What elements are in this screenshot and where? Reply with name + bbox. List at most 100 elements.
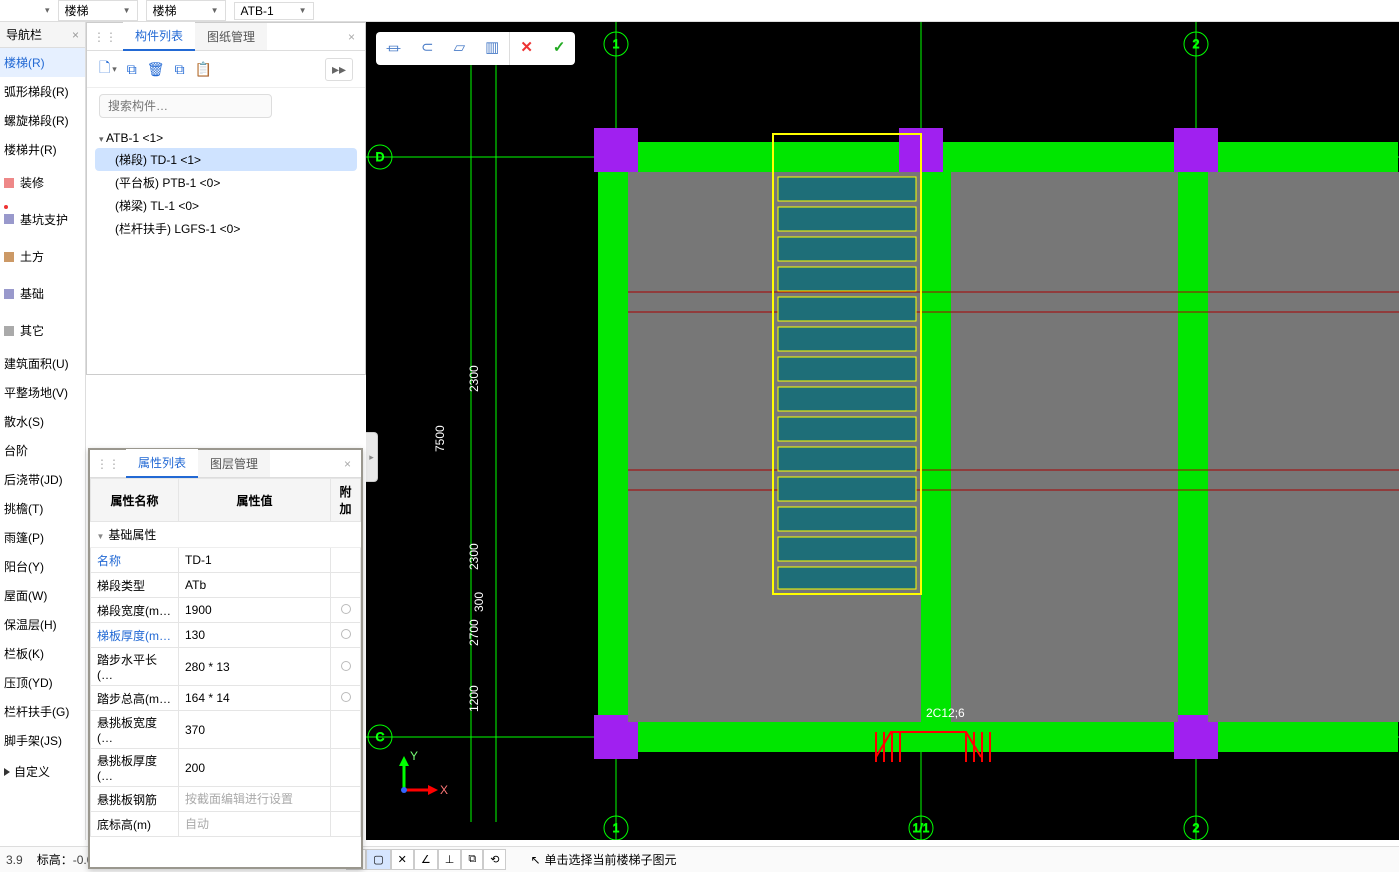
nav-item[interactable]: 挑檐(T)	[0, 494, 85, 523]
snap-tool-icon[interactable]: ⟲	[483, 849, 506, 870]
nav-item-spiral[interactable]: 螺旋梯段(R)	[0, 106, 85, 135]
status-hint: ↖ 单击选择当前楼梯子图元	[530, 851, 676, 868]
nav-item[interactable]: 平整场地(V)	[0, 378, 85, 407]
nav-item[interactable]: 雨篷(P)	[0, 523, 85, 552]
extra-toggle[interactable]	[341, 604, 351, 614]
nav-item[interactable]: 栏杆扶手(G)	[0, 697, 85, 726]
nav-group-foundation[interactable]: 基础	[0, 275, 85, 312]
tab-props[interactable]: 属性列表	[126, 449, 198, 478]
paste-icon[interactable]: 📋	[195, 61, 212, 78]
svg-text:7500: 7500	[433, 425, 447, 452]
plan-svg[interactable]: 1 2 D C 1 1/1 2	[366, 22, 1399, 840]
prop-value-input[interactable]	[179, 720, 330, 740]
tool-1-icon[interactable]: ⏛	[376, 32, 411, 65]
close-icon[interactable]: ×	[72, 28, 79, 42]
nav-item[interactable]: 阳台(Y)	[0, 552, 85, 581]
nav-group-decoration[interactable]: 装修	[0, 164, 85, 201]
property-panel: ⋮⋮ 属性列表 图层管理 × 属性名称 属性值 附加 ▼基础属性 名称梯段类型梯…	[88, 448, 363, 869]
prop-value-input[interactable]	[179, 575, 330, 595]
snap-tool-icon[interactable]: ⧉	[461, 849, 483, 870]
prop-label: 踏步水平长(…	[91, 648, 179, 686]
nav-item[interactable]: 压顶(YD)	[0, 668, 85, 697]
prop-value-input[interactable]	[179, 657, 330, 677]
prop-value-input[interactable]	[179, 550, 330, 570]
drag-handle-icon[interactable]: ⋮⋮	[87, 30, 123, 44]
prop-value-input[interactable]	[179, 758, 330, 778]
svg-text:2: 2	[1193, 37, 1200, 51]
tool-2-icon[interactable]: ⊂	[411, 32, 444, 65]
nav-item[interactable]: 建筑面积(U)	[0, 349, 85, 378]
svg-text:C: C	[376, 730, 385, 744]
svg-text:1/1: 1/1	[913, 821, 930, 835]
svg-text:X: X	[440, 783, 448, 797]
extra-toggle[interactable]	[341, 692, 351, 702]
canvas-toolbar: ⏛ ⊂ ▱ ▥ ✕ ✓	[376, 32, 575, 65]
snap-tool-icon[interactable]: ✕	[391, 849, 414, 870]
delete-icon[interactable]: 🗑	[147, 61, 165, 78]
nav-custom[interactable]: 自定义	[0, 755, 85, 788]
new-icon[interactable]: 🗋	[99, 57, 110, 81]
svg-text:1: 1	[613, 37, 620, 51]
duplicate-icon[interactable]: ⧉	[175, 61, 185, 78]
nav-group-earth[interactable]: 土方	[0, 238, 85, 275]
prop-value-input[interactable]	[179, 814, 330, 834]
extra-toggle[interactable]	[341, 629, 351, 639]
top-select-3[interactable]: ATB-1▼	[234, 2, 314, 20]
tab-drawings[interactable]: 图纸管理	[195, 23, 267, 50]
close-icon[interactable]: ×	[338, 30, 365, 44]
svg-text:2700: 2700	[467, 619, 481, 646]
tool-3-icon[interactable]: ▱	[444, 32, 476, 65]
expand-handle[interactable]: ▸	[366, 432, 378, 482]
copy-icon[interactable]: ⧉	[127, 61, 137, 78]
prop-label: 名称	[91, 548, 179, 573]
nav-group-pit[interactable]: 基坑支护	[0, 201, 85, 238]
snap-tool-icon[interactable]: ⊥	[438, 849, 462, 870]
col-extra: 附加	[331, 479, 361, 522]
svg-text:Y: Y	[410, 749, 418, 763]
nav-item[interactable]: 后浇带(JD)	[0, 465, 85, 494]
tree-item-ptb1[interactable]: (平台板) PTB-1 <0>	[95, 171, 357, 194]
tab-components[interactable]: 构件列表	[123, 22, 195, 51]
nav-item-well[interactable]: 楼梯井(R)	[0, 135, 85, 164]
nav-item-arc[interactable]: 弧形梯段(R)	[0, 77, 85, 106]
extra-toggle[interactable]	[341, 661, 351, 671]
snap-tool-icon[interactable]: ▢	[366, 849, 390, 870]
tab-layers[interactable]: 图层管理	[198, 450, 270, 477]
cancel-icon[interactable]: ✕	[509, 32, 543, 65]
tree-item-tl1[interactable]: (梯梁) TL-1 <0>	[95, 194, 357, 217]
tool-4-icon[interactable]: ▥	[475, 32, 509, 65]
search-input[interactable]	[99, 94, 272, 118]
top-select-1[interactable]: 楼梯▼	[58, 0, 138, 21]
close-icon[interactable]: ×	[334, 457, 361, 471]
tree-root[interactable]: ATB-1 <1>	[95, 128, 357, 148]
prop-group[interactable]: ▼基础属性	[91, 522, 361, 548]
tree-item-td1[interactable]: (梯段) TD-1 <1>	[95, 148, 357, 171]
tree-item-lgfs1[interactable]: (栏杆扶手) LGFS-1 <0>	[95, 217, 357, 240]
svg-text:1200: 1200	[467, 685, 481, 712]
drag-handle-icon[interactable]: ⋮⋮	[90, 457, 126, 471]
nav-item[interactable]: 脚手架(JS)	[0, 726, 85, 755]
snap-tool-icon[interactable]: ∠	[414, 849, 438, 870]
col-value: 属性值	[179, 479, 331, 522]
nav-item[interactable]: 保温层(H)	[0, 610, 85, 639]
nav-item[interactable]: 屋面(W)	[0, 581, 85, 610]
property-table: 属性名称 属性值 附加 ▼基础属性 名称梯段类型梯段宽度(m…梯板厚度(m…踏步…	[90, 478, 361, 837]
prop-value-input[interactable]	[179, 688, 330, 708]
prop-value-input[interactable]	[179, 625, 330, 645]
left-nav-panel: 导航栏 × 楼梯(R) 弧形梯段(R) 螺旋梯段(R) 楼梯井(R) 装修 基坑…	[0, 22, 86, 840]
cursor-icon: ↖	[530, 853, 540, 867]
confirm-icon[interactable]: ✓	[543, 32, 576, 65]
nav-item[interactable]: 散水(S)	[0, 407, 85, 436]
svg-text:1: 1	[613, 821, 620, 835]
nav-group-other[interactable]: 其它	[0, 312, 85, 349]
prop-value-input[interactable]	[179, 789, 330, 809]
nav-item[interactable]: 栏板(K)	[0, 639, 85, 668]
nav-item[interactable]: 台阶	[0, 436, 85, 465]
status-leftnum: 3.9	[6, 853, 23, 867]
nav-header: 导航栏 ×	[0, 22, 85, 48]
nav-item-stair[interactable]: 楼梯(R)	[0, 48, 85, 77]
more-icon[interactable]: ▸▸	[325, 58, 353, 81]
top-select-2[interactable]: 楼梯▼	[146, 0, 226, 21]
svg-text:2300: 2300	[467, 543, 481, 570]
prop-value-input[interactable]	[179, 600, 330, 620]
